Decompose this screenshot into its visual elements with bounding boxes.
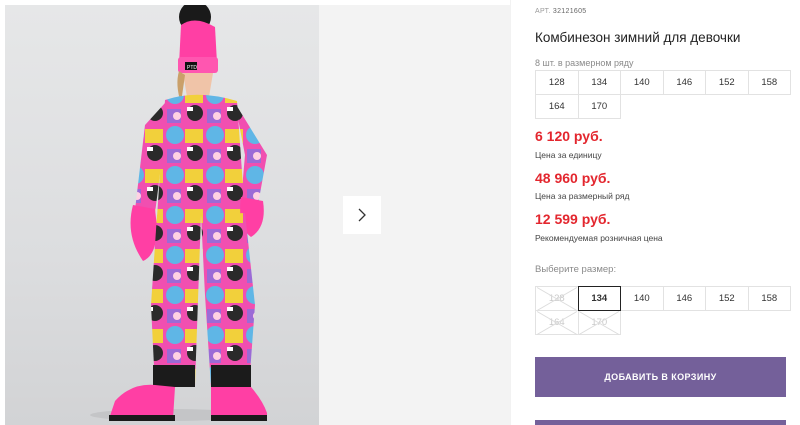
product-photo[interactable]: PTD (5, 5, 319, 425)
retail-price: 12 599 руб. (535, 211, 611, 227)
size-option: 128 (535, 286, 579, 311)
pack-size-cell: 134 (577, 70, 621, 95)
article-number: АРТ. 32121605 (535, 8, 586, 15)
model-illustration: PTD (90, 5, 267, 421)
divider (510, 0, 511, 425)
size-select-label: Выберите размер: (535, 264, 617, 275)
pack-size-cell: 170 (577, 94, 621, 119)
chevron-right-icon (358, 208, 366, 222)
pack-size-grid: 128 134 140 146 152 158 164 170 (535, 70, 791, 119)
pack-size-cell: 158 (747, 70, 791, 95)
size-select-grid: 128 134 140 146 152 158 164 170 (535, 286, 791, 335)
pack-size-cell: 152 (705, 70, 749, 95)
hat-logo: PTD (187, 65, 197, 71)
size-option[interactable]: 134 (577, 286, 621, 311)
pack-size-cell: 146 (662, 70, 706, 95)
size-option: 170 (577, 310, 621, 335)
pack-size-cell: 140 (620, 70, 664, 95)
gallery-next-button[interactable] (343, 196, 381, 234)
retail-price-caption: Рекомендуемая розничная цена (535, 233, 663, 243)
pack-label: 8 шт. в размерном ряду (535, 58, 634, 68)
article-value: 32121605 (552, 8, 587, 15)
size-option[interactable]: 152 (705, 286, 749, 311)
unit-price-caption: Цена за единицу (535, 150, 602, 160)
pack-size-cell: 128 (535, 70, 579, 95)
add-to-cart-button[interactable]: ДОБАВИТЬ В КОРЗИНУ (535, 357, 786, 397)
product-gallery: PTD (0, 0, 510, 425)
secondary-action-button[interactable] (535, 420, 786, 425)
size-option[interactable]: 140 (620, 286, 664, 311)
product-title: Комбинезон зимний для девочки (535, 30, 741, 45)
unit-price: 6 120 руб. (535, 128, 603, 144)
size-option[interactable]: 146 (662, 286, 706, 311)
size-option[interactable]: 158 (747, 286, 791, 311)
pack-price: 48 960 руб. (535, 170, 611, 186)
pack-price-caption: Цена за размерный ряд (535, 191, 630, 201)
product-page: PTD АРТ. 32121605 Комбинезон зимний для … (0, 0, 800, 425)
pack-size-cell: 164 (535, 94, 579, 119)
article-prefix: АРТ. (535, 8, 551, 15)
size-option: 164 (535, 310, 579, 335)
